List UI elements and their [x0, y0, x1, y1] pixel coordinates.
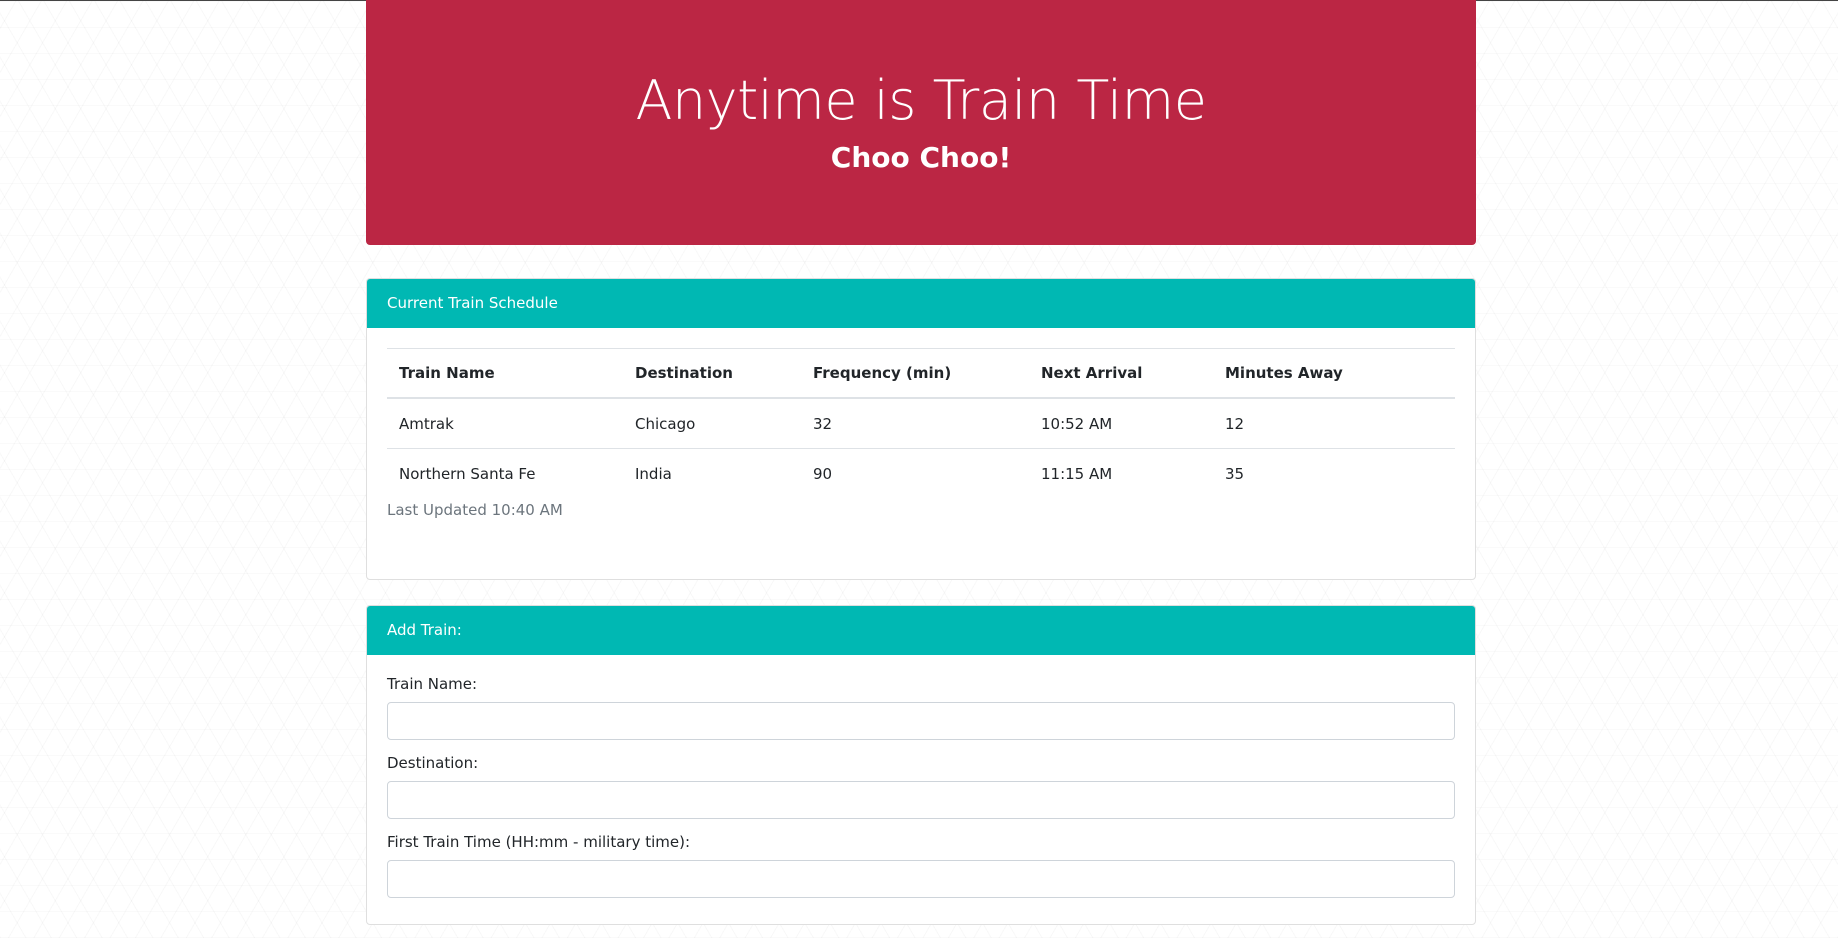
table-row: Amtrak Chicago 32 10:52 AM 12 [387, 398, 1455, 449]
cell-destination: India [635, 464, 672, 483]
first-train-time-label: First Train Time (HH:mm - military time)… [387, 833, 691, 851]
header-jumbotron: Anytime is Train Time Choo Choo! [366, 0, 1476, 245]
cell-train-name: Amtrak [387, 398, 623, 449]
table-row: Northern Santa Fe India 90 11:15 AM 35 [387, 449, 1455, 499]
destination-group: Destination: [387, 754, 1455, 819]
cell-next-arrival: 11:15 AM [1041, 464, 1113, 483]
column-header-train-name: Train Name [387, 348, 623, 399]
table-header-row: Train Name Destination Frequency (min) N… [387, 348, 1455, 399]
first-train-time-input[interactable] [387, 860, 1455, 898]
column-header-frequency: Frequency (min) [801, 348, 1029, 399]
cell-minutes-away: 12 [1213, 398, 1455, 449]
train-schedule-table: Train Name Destination Frequency (min) N… [387, 348, 1455, 498]
schedule-card-body: Train Name Destination Frequency (min) N… [367, 328, 1475, 522]
cell-destination: Chicago [623, 398, 801, 449]
cell-frequency: 32 [801, 398, 1029, 449]
cell-train-name: Northern Santa Fe [399, 464, 536, 483]
cell-minutes-away: 35 [1225, 464, 1245, 483]
column-header-destination: Destination [623, 348, 801, 399]
add-train-form: Train Name: Destination: First Train Tim… [367, 655, 1475, 898]
page-subtitle: Choo Choo! [830, 141, 1012, 174]
train-name-group: Train Name: [387, 675, 1455, 740]
cell-frequency: 90 [813, 464, 833, 483]
column-header-minutes-away: Minutes Away [1213, 348, 1455, 399]
last-updated-text: Last Updated 10:40 AM [387, 501, 563, 519]
page-title: Anytime is Train Time [635, 69, 1207, 132]
main-container: Anytime is Train Time Choo Choo! Current… [366, 0, 1476, 925]
schedule-card: Current Train Schedule Train Name Destin… [366, 278, 1476, 580]
add-train-card: Add Train: Train Name: Destination: Firs… [366, 605, 1476, 925]
add-train-card-header: Add Train: [367, 606, 1475, 655]
train-name-input[interactable] [387, 702, 1455, 740]
schedule-card-header: Current Train Schedule [367, 279, 1475, 328]
train-name-label: Train Name: [387, 675, 478, 693]
first-train-time-group: First Train Time (HH:mm - military time)… [387, 833, 1455, 898]
destination-label: Destination: [387, 754, 479, 772]
cell-next-arrival: 10:52 AM [1029, 398, 1213, 449]
destination-input[interactable] [387, 781, 1455, 819]
column-header-next-arrival: Next Arrival [1029, 348, 1213, 399]
